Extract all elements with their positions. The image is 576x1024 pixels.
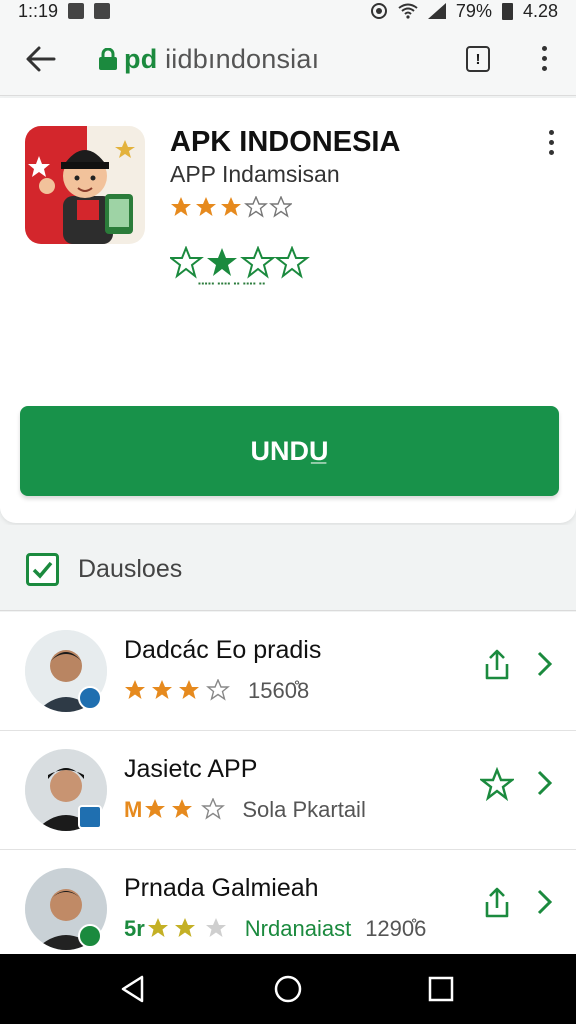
tab-switcher-button[interactable]: !: [466, 46, 490, 72]
list-item-subtitle: Nrdanaiast: [244, 916, 352, 941]
list-item-title: Prnada Galmieah: [124, 874, 319, 902]
app-subtitle: APP Indamsisan: [170, 161, 340, 187]
rating-stars-icon: [145, 798, 226, 820]
status-left: 1::19: [18, 0, 111, 22]
list-item-rating: 5r Nrdanaiast 1290̊6: [124, 916, 426, 942]
section-header: Dauslоes: [0, 525, 576, 611]
share-icon[interactable]: [480, 886, 514, 920]
battery-percent: 79%: [455, 0, 492, 21]
section-checkbox[interactable]: [26, 553, 59, 586]
app-card: APK INDONESIA APP Indamsisan ▪▪▪▪▪ ▪▪▪▪ …: [0, 98, 576, 523]
rating-prefix: 5r: [124, 916, 145, 941]
rating-stars-icon: [147, 918, 226, 937]
chevron-right-icon[interactable]: [534, 888, 554, 916]
nav-back-icon[interactable]: [118, 974, 148, 1004]
url-path: iidbındonsiaı: [157, 44, 320, 74]
url-host: pd: [124, 44, 158, 74]
check-icon: [32, 561, 53, 579]
list-item[interactable]: Jasietc APP M Sola Pkartail: [0, 731, 576, 850]
rating-prefix: M: [124, 797, 143, 822]
section-label: Dauslоes: [78, 555, 183, 583]
star-icon[interactable]: [480, 767, 514, 801]
navigation-bar: [0, 954, 576, 1024]
list-item-rating: M Sola Pkartail: [124, 797, 366, 823]
nav-home-icon[interactable]: [273, 974, 303, 1004]
rating-caption: ▪▪▪▪▪ ▪▪▪▪ ▪▪ ▪▪▪▪ ▪▪: [198, 279, 266, 288]
status-bar: 1::19 79% 4.28: [0, 0, 576, 22]
download-button[interactable]: UNDU̲: [20, 406, 559, 496]
nav-recents-icon[interactable]: [426, 974, 456, 1004]
rating-stars-icon: [125, 679, 230, 701]
notification-icon: [68, 3, 85, 19]
list-item-rating: 1560̊8: [124, 678, 309, 704]
list-item[interactable]: Dadcác Eo pradis 1560̊8: [0, 612, 576, 731]
app-menu-icon[interactable]: [549, 130, 555, 155]
list-item-title: Dadcác Eo pradis: [124, 636, 322, 664]
wifi-icon: [398, 3, 418, 19]
app-badge-icon: [78, 805, 102, 829]
list-item-count: 1560̊8: [248, 678, 310, 703]
lock-icon: [99, 48, 117, 70]
back-arrow-icon[interactable]: [24, 42, 58, 76]
status-right: 79% 4.28: [370, 1, 558, 22]
app-icon-illustration: [25, 126, 145, 244]
chevron-right-icon[interactable]: [534, 650, 554, 678]
browser-toolbar: pd iidbındonsiaı !: [0, 22, 576, 96]
share-icon[interactable]: [480, 648, 514, 682]
list-item-count: 1290̊6: [365, 916, 427, 941]
app-icon: [25, 126, 145, 244]
list-item-subtitle: Sola Pkartail: [242, 797, 366, 822]
rate-stars-icon[interactable]: [168, 245, 312, 280]
signal-icon: [427, 3, 446, 19]
list-item[interactable]: Prnada Galmieah 5r Nrdanaiast 1290̊6: [0, 850, 576, 954]
add-badge-icon: [78, 924, 102, 948]
tab-count: !: [475, 50, 481, 68]
browser-menu-icon[interactable]: [542, 46, 548, 71]
status-time: 1::19: [18, 0, 59, 21]
chevron-right-icon[interactable]: [534, 769, 554, 797]
list-item-title: Jasietc APP: [124, 755, 258, 783]
status-clock: 4.28: [522, 0, 558, 21]
battery-icon: [501, 2, 513, 20]
app-rating: [170, 195, 293, 225]
alarm-icon: [370, 3, 387, 19]
verified-badge-icon: [78, 686, 102, 710]
rating-stars-icon: [171, 195, 293, 218]
address-bar[interactable]: pd iidbındonsiaı: [124, 44, 319, 75]
app-title: APK INDONESIA: [170, 126, 401, 158]
image-icon: [94, 3, 111, 19]
app-list: Dadcác Eo pradis 1560̊8 Jasietc APP M S…: [0, 612, 576, 954]
